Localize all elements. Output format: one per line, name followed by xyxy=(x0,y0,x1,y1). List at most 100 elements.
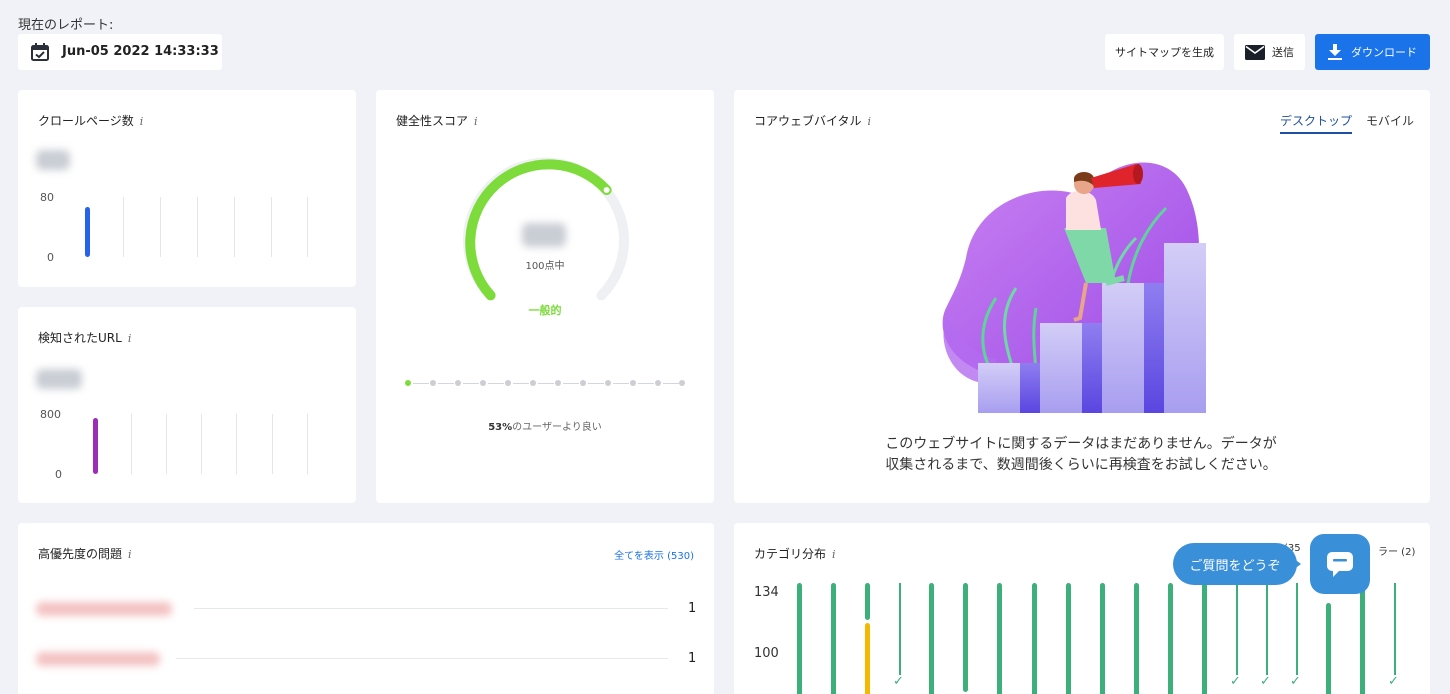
send-label: 送信 xyxy=(1272,46,1294,59)
grid-line xyxy=(131,414,132,474)
distribution-dash xyxy=(488,382,504,384)
issue-bar-track xyxy=(176,658,668,659)
discovered-y-top: 800 xyxy=(40,408,61,421)
health-percent: 53% xyxy=(488,422,513,433)
category-bar[interactable] xyxy=(1134,583,1139,694)
info-icon[interactable]: i xyxy=(128,332,132,345)
discovered-y-bottom: 0 xyxy=(55,468,62,481)
category-bar[interactable] xyxy=(963,583,968,692)
grid-line xyxy=(307,414,308,474)
distribution-dot xyxy=(455,380,461,386)
category-thin-line xyxy=(1296,583,1298,675)
health-comparison: 53%のユーザーより良い xyxy=(376,418,714,433)
chat-launcher-button[interactable] xyxy=(1310,534,1370,594)
grid-line xyxy=(236,414,237,474)
distribution-dash xyxy=(588,382,604,384)
check-icon: ✓ xyxy=(1230,674,1241,689)
distribution-dot xyxy=(480,380,486,386)
envelope-icon xyxy=(1245,44,1265,60)
distribution-dot xyxy=(505,380,511,386)
category-bar[interactable] xyxy=(1100,583,1105,694)
grid-line xyxy=(160,197,161,257)
view-all-issues-link[interactable]: 全てを表示 (530) xyxy=(614,547,694,562)
cwv-empty-message: このウェブサイトに関するデータはまだありません。データが 収集されるまで、数週間… xyxy=(756,434,1406,476)
core-web-vitals-title-text: コアウェブバイタル xyxy=(754,114,862,128)
chat-prompt-bubble[interactable]: ご質問をどうぞ xyxy=(1173,543,1297,585)
check-icon: ✓ xyxy=(1388,674,1399,689)
category-distribution-title: カテゴリ分布 i xyxy=(754,545,836,562)
info-icon[interactable]: i xyxy=(832,548,836,561)
category-bar[interactable] xyxy=(997,583,1002,694)
send-button[interactable]: 送信 xyxy=(1234,34,1305,70)
grid-line xyxy=(197,197,198,257)
high-priority-issues-title-text: 高優先度の問題 xyxy=(38,547,123,561)
cwv-message-line-2: 収集されるまで、数週間後くらいに再検査をお試しください。 xyxy=(885,457,1277,473)
high-priority-issues-title: 高優先度の問題 i xyxy=(38,545,132,562)
category-bar[interactable] xyxy=(1168,583,1173,694)
category-thin-line xyxy=(1394,583,1396,675)
category-bar[interactable] xyxy=(929,583,934,694)
category-bar[interactable] xyxy=(1360,583,1365,694)
distribution-dash xyxy=(663,382,679,384)
empty-state-illustration xyxy=(942,162,1206,413)
distribution-dash xyxy=(613,382,629,384)
distribution-dash xyxy=(413,382,429,384)
distribution-dot xyxy=(430,380,436,386)
distribution-dash xyxy=(638,382,654,384)
tab-mobile[interactable]: モバイル xyxy=(1366,112,1414,129)
info-icon[interactable]: i xyxy=(140,115,144,128)
health-distribution-dots xyxy=(404,379,686,387)
discovered-urls-title: 検知されたURL i xyxy=(38,329,131,346)
discovered-bar xyxy=(93,418,98,474)
category-bar[interactable] xyxy=(1202,583,1207,694)
category-bar[interactable] xyxy=(865,583,870,620)
distribution-dash xyxy=(563,382,579,384)
category-thin-line xyxy=(1266,583,1268,675)
issue-name-blurred[interactable] xyxy=(36,652,160,666)
distribution-dot xyxy=(630,380,636,386)
crawled-pages-title-text: クロールページ数 xyxy=(38,114,134,128)
category-legend-item[interactable]: ラー (2) xyxy=(1378,543,1415,558)
category-bar[interactable] xyxy=(1032,583,1037,694)
report-date-selector[interactable]: Jun-05 2022 14:33:33 xyxy=(18,34,222,70)
download-button[interactable]: ダウンロード xyxy=(1315,34,1430,70)
category-y-label: 134 xyxy=(754,585,779,600)
grid-line xyxy=(272,414,273,474)
health-score-title: 健全性スコア i xyxy=(396,112,478,129)
crawled-y-top: 80 xyxy=(40,191,54,204)
check-icon: ✓ xyxy=(893,674,904,689)
issue-count: 1 xyxy=(688,651,697,666)
category-thin-line xyxy=(899,583,901,675)
discovered-urls-card: 検知されたURL i 800 0 xyxy=(18,307,356,503)
generate-sitemap-button[interactable]: サイトマップを生成 xyxy=(1105,34,1224,70)
health-score-status: 一般的 xyxy=(528,304,562,317)
issue-bar-track xyxy=(194,608,668,609)
issue-name-blurred[interactable] xyxy=(36,602,172,616)
category-bar-warning[interactable] xyxy=(865,623,870,694)
category-bar[interactable] xyxy=(797,583,802,694)
info-icon[interactable]: i xyxy=(128,548,132,561)
category-bar[interactable] xyxy=(831,583,836,694)
discovered-urls-value-blurred xyxy=(36,369,82,389)
crawled-bar xyxy=(85,207,90,257)
info-icon[interactable]: i xyxy=(474,115,478,128)
report-date: Jun-05 2022 14:33:33 xyxy=(62,44,219,59)
crawled-pages-title: クロールページ数 i xyxy=(38,112,143,129)
distribution-dash xyxy=(538,382,554,384)
tab-desktop[interactable]: デスクトップ xyxy=(1280,112,1353,134)
chat-prompt-text: ご質問をどうぞ xyxy=(1189,558,1281,574)
cwv-message-line-1: このウェブサイトに関するデータはまだありません。データが xyxy=(885,436,1277,452)
distribution-dot xyxy=(530,380,536,386)
generate-sitemap-label: サイトマップを生成 xyxy=(1115,46,1214,59)
health-score-value-blurred xyxy=(522,223,566,247)
category-distribution-title-text: カテゴリ分布 xyxy=(754,547,827,561)
category-bar[interactable] xyxy=(1066,583,1071,694)
distribution-dot xyxy=(679,380,685,386)
crawled-y-bottom: 0 xyxy=(47,251,54,264)
category-bar[interactable] xyxy=(1326,603,1331,694)
chat-icon xyxy=(1325,550,1355,578)
info-icon[interactable]: i xyxy=(868,115,872,128)
distribution-dash xyxy=(438,382,454,384)
grid-line xyxy=(307,197,308,257)
issue-count: 1 xyxy=(688,601,697,616)
